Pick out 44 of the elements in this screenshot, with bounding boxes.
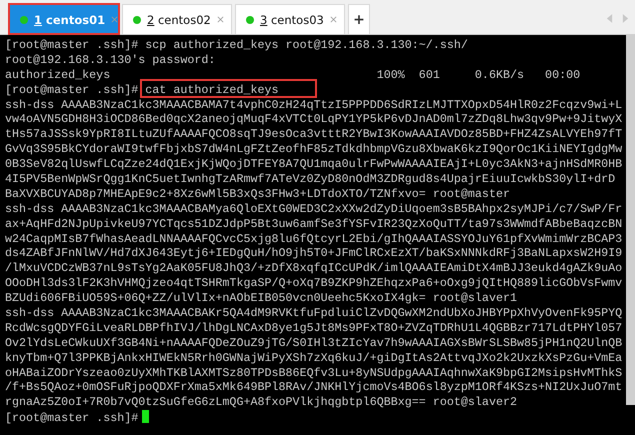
command-text: cat authorized_keys (145, 82, 279, 97)
output-line: w24CaqpMIsB7fWhasAeadLNNAAAAFQCvcC5xjg8lu6fQtcyrL2Ebi/gIhQAAAIASSYOJuY61pfXvWmimWrzBCAP3 (5, 232, 624, 246)
shell-prompt: [root@master .ssh]# (5, 411, 138, 426)
output-line: 4I5PV5BenWpWSrQgg1KnC5uetIwnhgTzARmwf7ATeVz0ZyD80nOdM3ZDRgud8s4UpajrEiuuIcwkbS30ylI+drD (5, 172, 616, 187)
close-icon[interactable] (330, 16, 337, 23)
output-line: oHABaiZODrYszeao0zUyXMhTKBlAXMTSz80TPDsB86EQfv3Lu+8yNSUdpgAAAIAqhnwXaK9bpGI2MsipsHvMThkS (5, 366, 624, 380)
new-tab-button[interactable]: + (348, 4, 370, 34)
output-line: rgnaAz5Z0oI+7R0b7vQ0tzSuGfeG6zLmQG+A8fxoPVlkjhqgbtpl6QBBxg== root@slaver2 (5, 395, 518, 410)
session-tab[interactable]: 2 centos02 (122, 4, 232, 34)
output-line: 0B3SeV82qlUswfLCqZze24dQ1ExjKjWQojDTFEY8A7QU1mqa0ulrFwPwWAAAAIEAjI+L0yc3AkN3+ajnHSdMR0HB (5, 157, 624, 172)
output-line: vw4oAVN5GDH8H3iOCD86Bed0qcX2aneojqMuqF4xVTCt0LqPY1YP5kP6vDJnAD0ml7zZDq8Lhw3qv9Pw+9JitwyX (5, 112, 624, 128)
output-line: OOoDHl3ds3lF2K3hVHMQjzeo4qtTSHRmTkgaSP/Q+oXq7B9ZKP9hZEhqzxPa6+oOxg9jQItHQ889licGObVsFwmv (5, 276, 624, 292)
output-line: ssh-dss AAAAB3NzaC1kc3MAAACBAMA7t4vphC0zH24qTtzI5PPPDD6SdRIzLMJTTXOpxD54HlR0z2Fcqzv9wi+L (5, 98, 624, 112)
status-dot-icon (133, 16, 141, 24)
output-line: knyTbm+Q7l3PPKBjAnkxHIWEkN5Rrh0GWNajWiPyXSh7zXq6kuJ/+giDgItAs2AttvqJXo2k2UxzkXsPzGu+VmEa (5, 350, 624, 366)
shell-prompt: [root@master .ssh]# (5, 82, 138, 97)
scroll-left-icon[interactable] (606, 13, 613, 24)
output-line: ds4ZABfJFnNlWV/Hd7dXJ643Eytj6+IEDgQuH/hO9jh5T0+JFmClRCxEzXT/baKSxNNNkdRFj3BaNLapxsW2H9I9 (5, 246, 624, 262)
close-icon[interactable] (216, 16, 224, 23)
tab-label: 2 centos02 (147, 12, 211, 26)
session-tab[interactable]: 1 centos01 (9, 4, 119, 34)
scrollbar[interactable] (626, 35, 635, 405)
command-text: scp authorized_keys root@192.168.3.130:~/.ssh/ (145, 38, 468, 52)
status-dot-icon (20, 16, 28, 24)
output-line: /lMxuVCDCzWB37nL9sTsYg2AaK05FU8JhQ3/+zDfX8xqfqICcUPdK/imlQAAAIEAmiDtX4mBJJ3eukd4gAZk9uAo (5, 261, 624, 276)
output-line: Ov2lYdsLeCWkuUXf3GB4Ni+nAAAAFQDeZOuZ9jTG/S0IHl3tZIcYav7h9wAAAIAGXsBWrSLSBw85jPH1nQ2UlnQB (5, 336, 624, 351)
output-line: GvVq3S95BkCYdoraWI9twfFbjxbS7dW4nLgFZtZeofhF85zTdkdhbmpVGzu8XbwaK6kzI9QorOc1KiiNEYIgdgMw (5, 142, 624, 158)
status-dot-icon (246, 16, 254, 24)
session-tab[interactable]: 3 centos03 (235, 4, 345, 34)
output-line: BaXVXBCUYAD8p7MHEApE9c2+8Xz6wMl5B3xQs3FHw3+LDTdoXTO/TZNfxvo= root@master (5, 186, 511, 202)
output-line: ax+AqHFd2NJpUpivkeU97YCTqcs51DZJdpP5Bt3uw6amfSe3fYSFvIR23QzXoQuTT/ta97s3WWmdfABbeBaqzcBN (5, 216, 624, 232)
output-line: tHs57aJSSsk9YpRI8ILtuZUfAAAAFQCO8sqTJ9esOca3vtttR2YBwI3KowAAAIAVDOz85BD+FHZ4ZsALVYEh97fT (5, 127, 624, 142)
tab-label: 1 centos01 (34, 12, 106, 26)
close-icon[interactable] (111, 16, 118, 23)
output-line: /f+Bs5QAoz+0mOSFuRjpoQDXFrXma5xMk649BPl8RAv/JNKHlYjcmoVs4BO6sl8yzpM1ORf4KSzs+NI2UxJuO7mt (5, 380, 624, 396)
shell-prompt: [root@master .ssh]# (5, 38, 138, 52)
scroll-right-icon[interactable] (622, 13, 629, 24)
output-line: RcdWcsgQDYFGiLveaRLDBPfhIVJ/lhDgLNCAxD8ye1g5Jt8Ms9PFxT8O+ZVZqTDRhU1L4QGBBzr717LdtPHYl057 (5, 320, 624, 336)
output-line: root@192.168.3.130's password: (5, 52, 216, 68)
tab-label: 3 centos03 (260, 12, 324, 26)
output-line: ssh-dss AAAAB3NzaC1kc3MAAACBAKr5QA4dM9RVKtfuFpdluiClZvDQGwXM2ndUbXoJHBYPpXhVyOvenFk95PYQ (5, 306, 624, 321)
output-line: authorized_keys 100% 601 0.6KB/s 00:00 (5, 68, 582, 83)
output-line: BZUdi606FBiUO59S+06Q+ZZ/ulVlIx+nAObEIB050vcn0Ueehc5KxoIX4gk= root@slaver1 (5, 291, 518, 306)
output-line: ssh-dss AAAAB3NzaC1kc3MAAACBAMya6QloEXtG0WED3C2xXXw2dZyDiUqoem3sB5BAhpx2syMJPi/c7/SwP/Fr (5, 202, 624, 217)
